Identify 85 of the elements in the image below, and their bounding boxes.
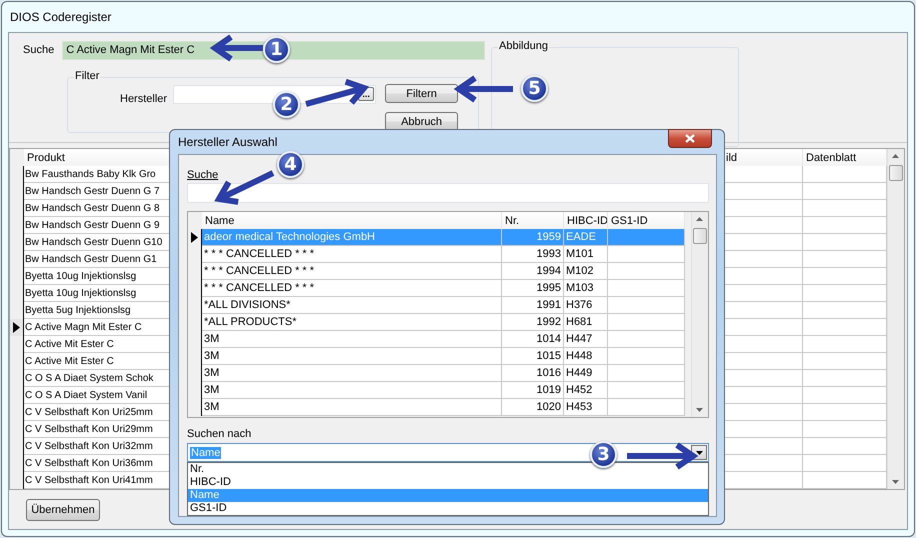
filter-legend: Filter xyxy=(74,70,100,82)
caret-icon xyxy=(696,450,702,454)
product-cell[interactable]: Bw Handsch Gestr Duenn G 7 xyxy=(24,183,172,200)
scroll-down-icon[interactable] xyxy=(696,408,703,412)
product-cell[interactable]: Bw Handsch Gestr Duenn G 9 xyxy=(24,217,172,234)
column-header[interactable]: ild xyxy=(723,149,803,166)
product-cell[interactable]: Byetta 10ug Injektionslsg xyxy=(24,285,172,302)
number-cell: 1991 xyxy=(502,297,564,314)
name-cell[interactable]: 3M xyxy=(202,348,502,365)
name-cell[interactable]: 3M xyxy=(202,331,502,348)
hibc-cell: H448 xyxy=(564,348,608,365)
hibc-cell: H449 xyxy=(564,365,608,382)
hibc-cell: M102 xyxy=(564,263,608,280)
scrollbar[interactable] xyxy=(887,149,904,489)
name-cell[interactable]: * * * CANCELLED * * * xyxy=(202,246,502,263)
scroll-down-icon[interactable] xyxy=(892,480,899,484)
close-button[interactable] xyxy=(668,128,712,148)
image-legend: Abbildung xyxy=(498,40,549,52)
number-cell: 1993 xyxy=(502,246,564,263)
product-cell[interactable]: C Active Magn Mit Ester C xyxy=(24,319,172,336)
window-title: DIOS Coderegister xyxy=(10,10,112,24)
search-by-label: Suchen nach xyxy=(187,428,252,440)
number-cell: 1995 xyxy=(502,280,564,297)
callout-arrow xyxy=(210,34,263,62)
product-cell[interactable]: C V Selbsthaft Kon Uri36mm xyxy=(24,455,172,472)
product-cell[interactable]: C V Selbsthaft Kon Uri41mm xyxy=(24,472,172,489)
column-header[interactable]: Produkt xyxy=(24,149,172,166)
hibc-cell: H376 xyxy=(564,297,608,314)
hibc-cell: M101 xyxy=(564,246,608,263)
column-header[interactable]: GS1-ID xyxy=(608,212,685,229)
scroll-up-icon[interactable] xyxy=(892,154,899,158)
hibc-cell: H452 xyxy=(564,382,608,399)
callout-arrow xyxy=(627,442,698,470)
callout-arrow xyxy=(305,78,370,107)
product-cell[interactable]: C V Selbsthaft Kon Uri29mm xyxy=(24,421,172,438)
close-icon xyxy=(685,134,695,142)
hibc-cell: H453 xyxy=(564,399,608,416)
dialog-title: Hersteller Auswahl xyxy=(178,135,278,149)
hibc-cell: EADE xyxy=(564,229,608,246)
product-cell[interactable]: Byetta 10ug Injektionslsg xyxy=(24,268,172,285)
search-label: Suche xyxy=(23,44,54,56)
number-cell: 1020 xyxy=(502,399,564,416)
product-cell[interactable]: C Active Mit Ester C xyxy=(24,353,172,370)
product-cell[interactable]: Bw Fausthands Baby Klk Gro xyxy=(24,166,172,183)
name-cell[interactable]: 3M xyxy=(202,399,502,416)
column-header[interactable]: Nr. xyxy=(502,212,564,229)
number-cell: 1959 xyxy=(502,229,564,246)
name-cell[interactable]: 3M xyxy=(202,382,502,399)
hibc-cell: H447 xyxy=(564,331,608,348)
name-cell[interactable]: *ALL PRODUCTS* xyxy=(202,314,502,331)
number-cell: 1992 xyxy=(502,314,564,331)
number-cell: 1014 xyxy=(502,331,564,348)
number-cell: 1015 xyxy=(502,348,564,365)
scroll-thumb[interactable] xyxy=(693,228,707,244)
apply-button[interactable]: Übernehmen xyxy=(26,498,100,520)
product-cell[interactable]: C O S A Diaet System Vanil xyxy=(24,387,172,404)
hibc-cell: M103 xyxy=(564,280,608,297)
product-cell[interactable]: Bw Handsch Gestr Duenn G10 xyxy=(24,234,172,251)
manufacturer-label: Hersteller xyxy=(120,93,168,105)
name-cell[interactable]: * * * CANCELLED * * * xyxy=(202,280,502,297)
column-header[interactable]: Datenblatt xyxy=(803,149,887,166)
product-cell[interactable]: Bw Handsch Gestr Duenn G 8 xyxy=(24,200,172,217)
number-cell: 1994 xyxy=(502,263,564,280)
scrollbar[interactable] xyxy=(691,212,708,417)
number-cell: 1016 xyxy=(502,365,564,382)
scroll-thumb[interactable] xyxy=(889,165,903,181)
product-cell[interactable]: C V Selbsthaft Kon Uri25mm xyxy=(24,404,172,421)
row-pointer-icon xyxy=(191,232,198,243)
dialog-search-field[interactable] xyxy=(187,183,709,203)
product-cell[interactable]: Bw Handsch Gestr Duenn G1 xyxy=(24,251,172,268)
name-cell[interactable]: * * * CANCELLED * * * xyxy=(202,263,502,280)
callout-arrow xyxy=(454,76,513,102)
product-cell[interactable]: C O S A Diaet System Schok xyxy=(24,370,172,387)
number-cell: 1019 xyxy=(502,382,564,399)
product-cell[interactable]: C Active Mit Ester C xyxy=(24,336,172,353)
name-cell[interactable]: 3M xyxy=(202,365,502,382)
row-header[interactable] xyxy=(10,319,24,336)
filter-button[interactable]: Filtern xyxy=(385,84,458,103)
product-cell[interactable]: C V Selbsthaft Kon Uri32mm xyxy=(24,438,172,455)
hibc-cell: H681 xyxy=(564,314,608,331)
product-cell[interactable]: Byetta 5ug Injektionslsg xyxy=(24,302,172,319)
dialog-search-label: Suche xyxy=(187,169,220,181)
scroll-up-icon[interactable] xyxy=(696,217,703,221)
column-header[interactable]: Name xyxy=(202,212,502,229)
name-cell[interactable]: *ALL DIVISIONS* xyxy=(202,297,502,314)
